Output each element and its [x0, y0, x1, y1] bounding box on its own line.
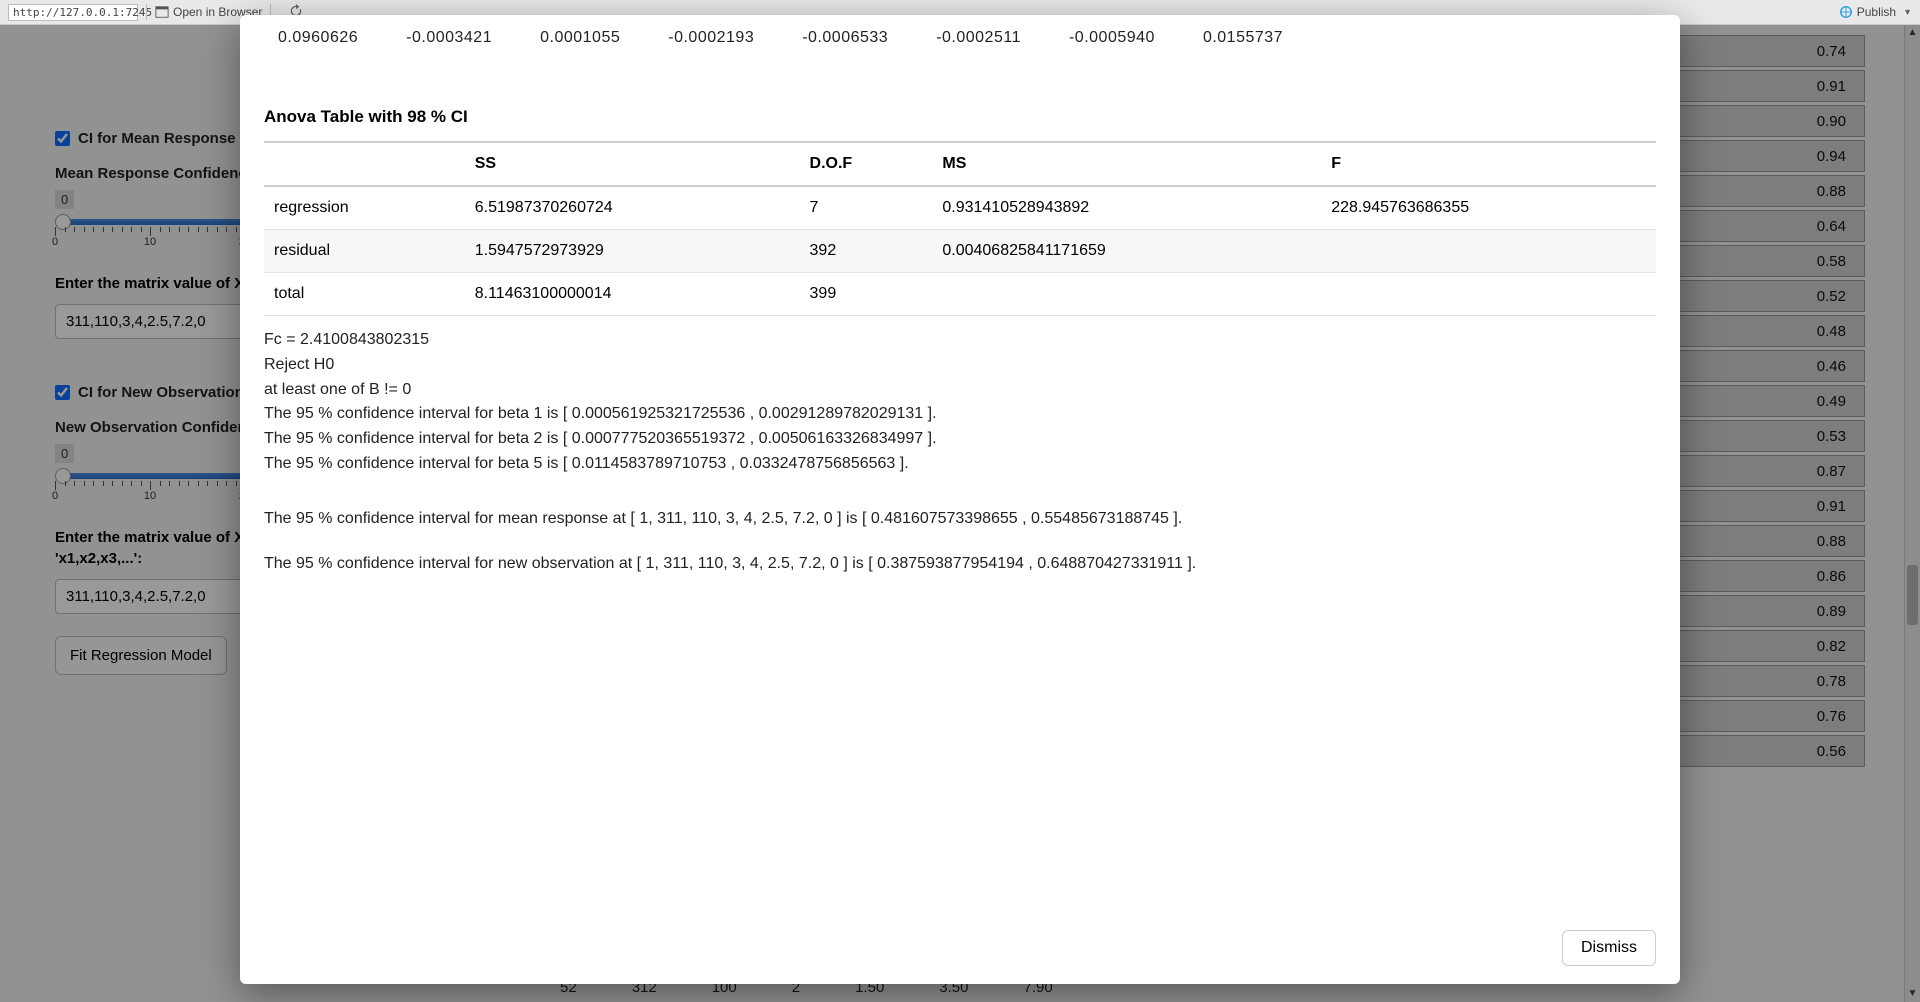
dismiss-button[interactable]: Dismiss: [1562, 930, 1656, 966]
url-field[interactable]: http://127.0.0.1:7245: [8, 4, 138, 21]
anova-cell: residual: [264, 230, 465, 273]
anova-row: regression6.5198737026072470.93141052894…: [264, 186, 1656, 230]
statement-line: at least one of B != 0: [264, 378, 1656, 403]
browser-icon: [155, 5, 169, 19]
publish-label: Publish: [1857, 5, 1896, 19]
anova-title: Anova Table with 98 % CI: [264, 107, 1656, 127]
statement-line: The 95 % confidence interval for beta 1 …: [264, 402, 1656, 427]
anova-cell: regression: [264, 186, 465, 230]
coefficient-row: 0.0960626 -0.0003421 0.0001055 -0.0002193 -0…: [278, 29, 1656, 47]
anova-header: MS: [932, 142, 1321, 186]
coefficient-value: -0.0002511: [936, 29, 1021, 47]
anova-cell: 0.00406825841171659: [932, 230, 1321, 273]
statement-line: The 95 % confidence interval for beta 5 …: [264, 452, 1656, 477]
anova-cell: 228.945763686355: [1321, 186, 1656, 230]
statement-line: The 95 % confidence interval for beta 2 …: [264, 427, 1656, 452]
statement-line: Reject H0: [264, 353, 1656, 378]
anova-cell: 6.51987370260724: [465, 186, 800, 230]
anova-header: SS: [465, 142, 800, 186]
anova-cell: 0.931410528943892: [932, 186, 1321, 230]
anova-cell: total: [264, 273, 465, 316]
anova-cell: [932, 273, 1321, 316]
anova-cell: 8.11463100000014: [465, 273, 800, 316]
anova-cell: 399: [800, 273, 933, 316]
coefficient-value: -0.0006533: [802, 29, 888, 47]
anova-cell: 392: [800, 230, 933, 273]
test-statements: Fc = 2.4100843802315Reject H0at least on…: [264, 328, 1656, 477]
coefficient-value: -0.0002193: [668, 29, 754, 47]
results-modal: 0.0960626 -0.0003421 0.0001055 -0.0002193 -0…: [240, 15, 1680, 984]
anova-cell: 7: [800, 186, 933, 230]
separator: [146, 4, 147, 20]
coefficient-value: 0.0155737: [1203, 29, 1283, 47]
coefficient-value: -0.0005940: [1069, 29, 1155, 47]
mean-ci-statement: The 95 % confidence interval for mean re…: [264, 507, 1656, 532]
anova-row: residual1.59475729739293920.004068258411…: [264, 230, 1656, 273]
coefficient-value: 0.0960626: [278, 29, 358, 47]
coefficient-value: -0.0003421: [406, 29, 492, 47]
anova-cell: 1.5947572973929: [465, 230, 800, 273]
anova-row: total8.11463100000014399: [264, 273, 1656, 316]
anova-header: D.O.F: [800, 142, 933, 186]
anova-header: [264, 142, 465, 186]
chevron-down-icon: ▼: [1903, 7, 1912, 17]
new-ci-statement: The 95 % confidence interval for new obs…: [264, 552, 1656, 577]
anova-cell: [1321, 273, 1656, 316]
anova-table: SSD.O.FMSF regression6.5198737026072470.…: [264, 141, 1656, 316]
coefficient-value: 0.0001055: [540, 29, 620, 47]
publish-button[interactable]: Publish ▼: [1839, 5, 1912, 19]
statement-line: Fc = 2.4100843802315: [264, 328, 1656, 353]
anova-header: F: [1321, 142, 1656, 186]
publish-icon: [1839, 5, 1853, 19]
anova-cell: [1321, 230, 1656, 273]
